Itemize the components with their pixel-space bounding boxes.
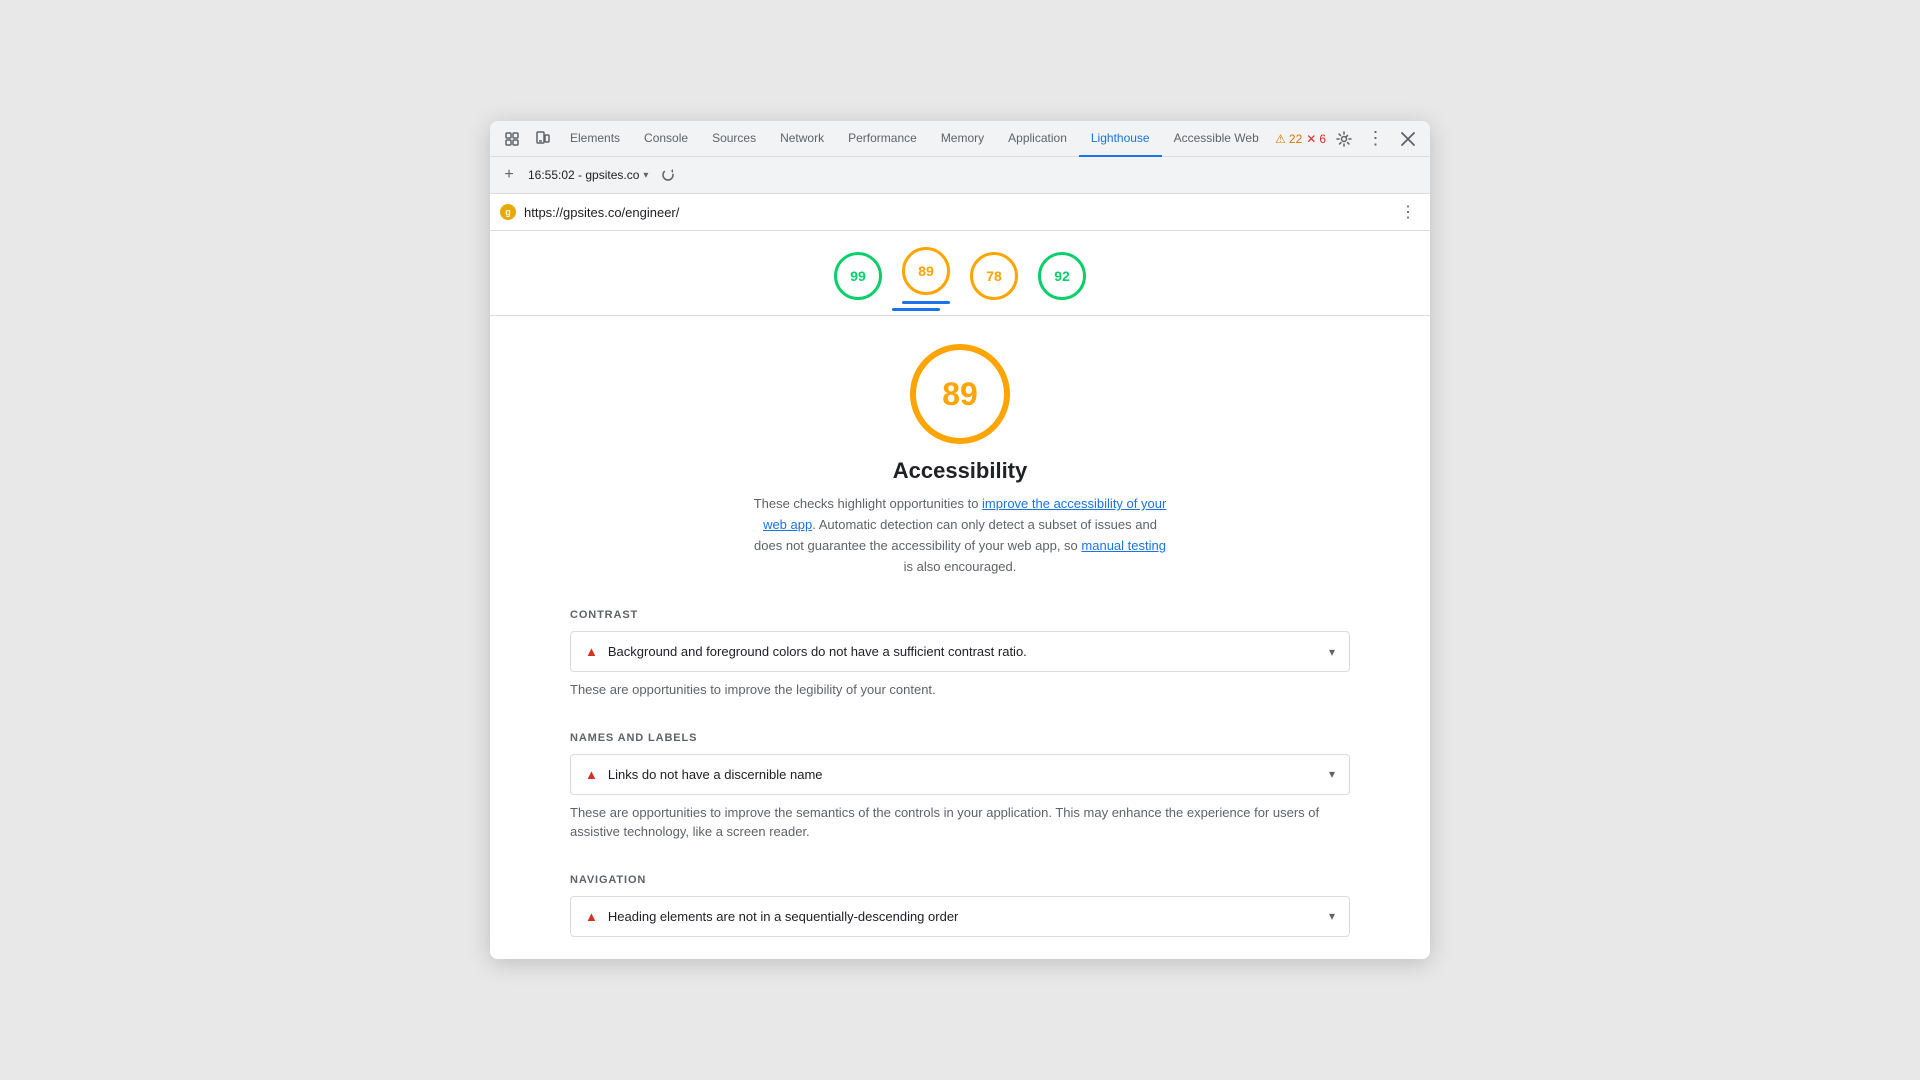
score-circle-seo[interactable]: 92 xyxy=(1038,252,1086,300)
navigation-item-text: Heading elements are not in a sequential… xyxy=(608,909,1329,924)
score-circle-performance[interactable]: 99 xyxy=(834,252,882,300)
tab-accessible-web[interactable]: Accessible Web xyxy=(1162,121,1271,157)
url-more-btn[interactable]: ⋮ xyxy=(1396,200,1420,224)
contrast-chevron: ▾ xyxy=(1329,645,1335,659)
tab-sources[interactable]: Sources xyxy=(700,121,768,157)
score-circle-best-practices[interactable]: 78 xyxy=(970,252,1018,300)
audit-item-contrast: ▲ Background and foreground colors do no… xyxy=(570,631,1350,672)
main-score-desc: These checks highlight opportunities to … xyxy=(750,494,1170,577)
time-chevron: ▾ xyxy=(643,170,648,181)
favicon: g xyxy=(500,204,516,220)
toolbar-right: ⚠ 22 ✕ 6 ⋮ xyxy=(1275,125,1422,153)
audit-section-names-labels: NAMES AND LABELS ▲ Links do not have a d… xyxy=(490,716,1430,858)
score-circle-accessibility[interactable]: 89 xyxy=(902,247,950,295)
navigation-chevron: ▾ xyxy=(1329,909,1335,923)
main-score-circle: 89 xyxy=(910,344,1010,444)
tab-network[interactable]: Network xyxy=(768,121,836,157)
score-circle-accessibility-wrapper: 89 xyxy=(902,247,950,304)
names-labels-item-text: Links do not have a discernible name xyxy=(608,767,1329,782)
url-text: https://gpsites.co/engineer/ xyxy=(524,205,1388,220)
navigation-warning-icon: ▲ xyxy=(585,909,598,924)
warning-badge[interactable]: ⚠ 22 xyxy=(1275,132,1302,146)
time-text: 16:55:02 - gpsites.co xyxy=(528,168,639,182)
divider xyxy=(490,315,1430,316)
reload-btn[interactable] xyxy=(656,163,680,187)
contrast-item-text: Background and foreground colors do not … xyxy=(608,644,1329,659)
desc-after: is also encouraged. xyxy=(904,559,1017,574)
audit-item-navigation-header[interactable]: ▲ Heading elements are not in a sequenti… xyxy=(571,897,1349,936)
audit-item-contrast-header[interactable]: ▲ Background and foreground colors do no… xyxy=(571,632,1349,671)
contrast-section-desc: These are opportunities to improve the l… xyxy=(570,680,1350,700)
main-score-section: 89 Accessibility These checks highlight … xyxy=(490,324,1430,593)
add-tab-btn[interactable]: + xyxy=(498,164,520,186)
score-circles-row: 99 89 78 92 xyxy=(490,231,1430,312)
tab-lighthouse[interactable]: Lighthouse xyxy=(1079,121,1162,157)
audit-section-contrast: CONTRAST ▲ Background and foreground col… xyxy=(490,593,1430,716)
error-badge[interactable]: ✕ 6 xyxy=(1306,132,1326,146)
desc-link2[interactable]: manual testing xyxy=(1081,538,1166,553)
devtools-toolbar: Elements Console Sources Network Perform… xyxy=(490,121,1430,157)
audit-item-names-labels-header[interactable]: ▲ Links do not have a discernible name ▾ xyxy=(571,755,1349,794)
tab-memory[interactable]: Memory xyxy=(929,121,996,157)
audit-item-navigation: ▲ Heading elements are not in a sequenti… xyxy=(570,896,1350,937)
inspect-icon-btn[interactable] xyxy=(498,125,526,153)
main-score-title: Accessibility xyxy=(893,458,1028,484)
address-bar: + 16:55:02 - gpsites.co ▾ xyxy=(490,157,1430,194)
names-labels-warning-icon: ▲ xyxy=(585,767,598,782)
contrast-label: CONTRAST xyxy=(570,609,1350,621)
names-labels-section-desc: These are opportunities to improve the s… xyxy=(570,803,1350,842)
audit-section-navigation: NAVIGATION ▲ Heading elements are not in… xyxy=(490,858,1430,959)
desc-before: These checks highlight opportunities to xyxy=(754,496,982,511)
error-count: 6 xyxy=(1319,132,1326,146)
settings-btn[interactable] xyxy=(1330,125,1358,153)
names-labels-chevron: ▾ xyxy=(1329,767,1335,781)
active-score-underline xyxy=(892,308,940,311)
audit-item-names-labels: ▲ Links do not have a discernible name ▾ xyxy=(570,754,1350,795)
url-bar-row: g https://gpsites.co/engineer/ ⋮ xyxy=(490,194,1430,231)
warning-icon: ⚠ xyxy=(1275,132,1286,146)
devtools-content: 99 89 78 92 89 xyxy=(490,231,1430,959)
close-devtools-btn[interactable] xyxy=(1394,125,1422,153)
tab-performance[interactable]: Performance xyxy=(836,121,929,157)
error-icon: ✕ xyxy=(1306,132,1316,146)
tab-console[interactable]: Console xyxy=(632,121,700,157)
names-labels-label: NAMES AND LABELS xyxy=(570,732,1350,744)
devtools-tabs: Elements Console Sources Network Perform… xyxy=(558,121,1273,157)
devtools-window: Elements Console Sources Network Perform… xyxy=(490,121,1430,959)
time-display[interactable]: 16:55:02 - gpsites.co ▾ xyxy=(528,168,648,182)
tab-elements[interactable]: Elements xyxy=(558,121,632,157)
more-options-btn[interactable]: ⋮ xyxy=(1362,125,1390,153)
contrast-warning-icon: ▲ xyxy=(585,644,598,659)
tab-application[interactable]: Application xyxy=(996,121,1079,157)
warning-count: 22 xyxy=(1289,132,1302,146)
device-toolbar-btn[interactable] xyxy=(528,125,556,153)
navigation-label: NAVIGATION xyxy=(570,874,1350,886)
